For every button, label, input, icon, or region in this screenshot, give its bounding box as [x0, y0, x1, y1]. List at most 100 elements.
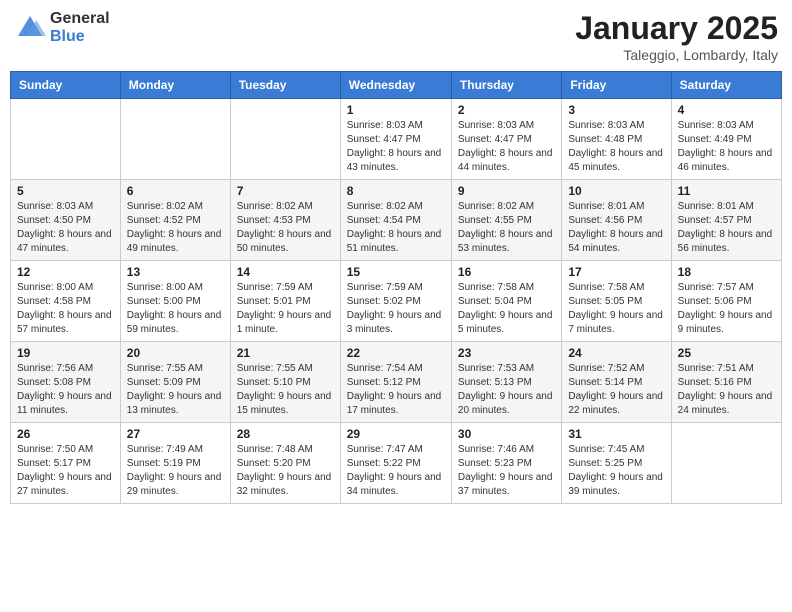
calendar-day-cell: 31Sunrise: 7:45 AM Sunset: 5:25 PM Dayli… [562, 423, 671, 504]
day-number: 24 [568, 346, 664, 360]
calendar-day-cell: 2 Sunrise: 8:03 AM Sunset: 4:47 PM Daylig… [451, 99, 561, 180]
day-number: 4 [678, 103, 775, 117]
day-detail: Sunrise: 8:03 AM Sunset: 4:47 PM Dayligh… [458, 119, 555, 175]
location-text: Taleggio, Lombardy, Italy [575, 47, 778, 63]
weekday-header: Tuesday [230, 72, 340, 99]
month-title: January 2025 [575, 10, 778, 47]
day-detail: Sunrise: 7:58 AM Sunset: 5:05 PM Dayligh… [568, 281, 664, 337]
day-detail: Sunrise: 7:59 AM Sunset: 5:02 PM Dayligh… [347, 281, 445, 337]
calendar-day-cell: 30 Sunrise: 7:46 AM Sunset: 5:23 PM Dayli… [451, 423, 561, 504]
day-detail: Sunrise: 7:51 AM Sunset: 5:16 PM Dayligh… [678, 362, 775, 418]
calendar-day-cell: 10 Sunrise: 8:01 AM Sunset: 4:56 PM Dayli… [562, 180, 671, 261]
day-number: 26 [17, 427, 114, 441]
weekday-header: Sunday [11, 72, 121, 99]
day-number: 17 [568, 265, 664, 279]
day-number: 29 [347, 427, 445, 441]
day-number: 23 [458, 346, 555, 360]
day-detail: Sunrise: 7:50 AM Sunset: 5:17 PM Dayligh… [17, 443, 114, 499]
calendar-week-row: 19 Sunrise: 7:56 AM Sunset: 5:08 PM Dayli… [11, 342, 782, 423]
logo-text: General Blue [50, 10, 110, 45]
calendar-day-cell: 7 Sunrise: 8:02 AM Sunset: 4:53 PM Daylig… [230, 180, 340, 261]
title-block: January 2025 Taleggio, Lombardy, Italy [575, 10, 778, 63]
calendar-day-cell: 17 Sunrise: 7:58 AM Sunset: 5:05 PM Dayli… [562, 261, 671, 342]
day-detail: Sunrise: 7:55 AM Sunset: 5:09 PM Dayligh… [127, 362, 224, 418]
logo-icon [14, 12, 46, 44]
day-detail: Sunrise: 7:49 AM Sunset: 5:19 PM Dayligh… [127, 443, 224, 499]
day-number: 15 [347, 265, 445, 279]
calendar-day-cell: 8 Sunrise: 8:02 AM Sunset: 4:54 PM Daylig… [340, 180, 451, 261]
calendar-day-cell: 4 Sunrise: 8:03 AM Sunset: 4:49 PM Daylig… [671, 99, 781, 180]
day-detail: Sunrise: 7:55 AM Sunset: 5:10 PM Dayligh… [237, 362, 334, 418]
calendar-day-cell: 12 Sunrise: 8:00 AM Sunset: 4:58 PM Dayli… [11, 261, 121, 342]
day-detail: Sunrise: 8:02 AM Sunset: 4:53 PM Dayligh… [237, 200, 334, 256]
day-number: 20 [127, 346, 224, 360]
day-number: 1 [347, 103, 445, 117]
calendar-day-cell: 1Sunrise: 8:03 AM Sunset: 4:47 PM Daylig… [340, 99, 451, 180]
calendar-day-cell: 3 Sunrise: 8:03 AM Sunset: 4:48 PM Daylig… [562, 99, 671, 180]
day-detail: Sunrise: 7:52 AM Sunset: 5:14 PM Dayligh… [568, 362, 664, 418]
calendar-day-cell: 21 Sunrise: 7:55 AM Sunset: 5:10 PM Dayli… [230, 342, 340, 423]
day-number: 5 [17, 184, 114, 198]
day-detail: Sunrise: 7:58 AM Sunset: 5:04 PM Dayligh… [458, 281, 555, 337]
calendar-day-cell: 27 Sunrise: 7:49 AM Sunset: 5:19 PM Dayli… [120, 423, 230, 504]
day-detail: Sunrise: 7:54 AM Sunset: 5:12 PM Dayligh… [347, 362, 445, 418]
day-number: 12 [17, 265, 114, 279]
calendar-day-cell [120, 99, 230, 180]
day-number: 14 [237, 265, 334, 279]
calendar-table: SundayMondayTuesdayWednesdayThursdayFrid… [10, 71, 782, 504]
day-detail: Sunrise: 8:00 AM Sunset: 4:58 PM Dayligh… [17, 281, 114, 337]
day-number: 3 [568, 103, 664, 117]
calendar-day-cell: 23 Sunrise: 7:53 AM Sunset: 5:13 PM Dayli… [451, 342, 561, 423]
day-number: 30 [458, 427, 555, 441]
day-number: 8 [347, 184, 445, 198]
day-detail: Sunrise: 8:03 AM Sunset: 4:49 PM Dayligh… [678, 119, 775, 175]
day-detail: Sunrise: 8:02 AM Sunset: 4:54 PM Dayligh… [347, 200, 445, 256]
calendar-day-cell: 9 Sunrise: 8:02 AM Sunset: 4:55 PM Daylig… [451, 180, 561, 261]
calendar-day-cell: 15 Sunrise: 7:59 AM Sunset: 5:02 PM Dayli… [340, 261, 451, 342]
calendar-day-cell: 29 Sunrise: 7:47 AM Sunset: 5:22 PM Dayli… [340, 423, 451, 504]
weekday-header: Wednesday [340, 72, 451, 99]
weekday-header: Friday [562, 72, 671, 99]
day-detail: Sunrise: 8:03 AM Sunset: 4:48 PM Dayligh… [568, 119, 664, 175]
day-detail: Sunrise: 7:59 AM Sunset: 5:01 PM Dayligh… [237, 281, 334, 337]
calendar-day-cell: 6 Sunrise: 8:02 AM Sunset: 4:52 PM Daylig… [120, 180, 230, 261]
day-detail: Sunrise: 8:00 AM Sunset: 5:00 PM Dayligh… [127, 281, 224, 337]
weekday-header: Saturday [671, 72, 781, 99]
calendar-day-cell: 11Sunrise: 8:01 AM Sunset: 4:57 PM Dayli… [671, 180, 781, 261]
calendar-header-row: SundayMondayTuesdayWednesdayThursdayFrid… [11, 72, 782, 99]
calendar-day-cell: 22 Sunrise: 7:54 AM Sunset: 5:12 PM Dayli… [340, 342, 451, 423]
day-detail: Sunrise: 7:53 AM Sunset: 5:13 PM Dayligh… [458, 362, 555, 418]
page-header: General Blue January 2025 Taleggio, Lomb… [10, 10, 782, 63]
calendar-day-cell [230, 99, 340, 180]
day-detail: Sunrise: 7:56 AM Sunset: 5:08 PM Dayligh… [17, 362, 114, 418]
day-detail: Sunrise: 7:46 AM Sunset: 5:23 PM Dayligh… [458, 443, 555, 499]
day-detail: Sunrise: 8:01 AM Sunset: 4:56 PM Dayligh… [568, 200, 664, 256]
calendar-week-row: 12 Sunrise: 8:00 AM Sunset: 4:58 PM Dayli… [11, 261, 782, 342]
logo-general-text: General [50, 10, 110, 28]
day-detail: Sunrise: 8:03 AM Sunset: 4:50 PM Dayligh… [17, 200, 114, 256]
day-number: 10 [568, 184, 664, 198]
calendar-day-cell: 13Sunrise: 8:00 AM Sunset: 5:00 PM Dayli… [120, 261, 230, 342]
calendar-day-cell: 16 Sunrise: 7:58 AM Sunset: 5:04 PM Dayli… [451, 261, 561, 342]
calendar-day-cell: 5 Sunrise: 8:03 AM Sunset: 4:50 PM Daylig… [11, 180, 121, 261]
day-number: 16 [458, 265, 555, 279]
day-number: 22 [347, 346, 445, 360]
day-number: 7 [237, 184, 334, 198]
day-detail: Sunrise: 8:02 AM Sunset: 4:55 PM Dayligh… [458, 200, 555, 256]
logo-blue-text: Blue [50, 28, 110, 46]
day-number: 2 [458, 103, 555, 117]
calendar-day-cell: 20 Sunrise: 7:55 AM Sunset: 5:09 PM Dayli… [120, 342, 230, 423]
day-detail: Sunrise: 8:02 AM Sunset: 4:52 PM Dayligh… [127, 200, 224, 256]
day-number: 6 [127, 184, 224, 198]
day-detail: Sunrise: 7:57 AM Sunset: 5:06 PM Dayligh… [678, 281, 775, 337]
day-number: 19 [17, 346, 114, 360]
day-number: 18 [678, 265, 775, 279]
day-number: 21 [237, 346, 334, 360]
day-detail: Sunrise: 7:48 AM Sunset: 5:20 PM Dayligh… [237, 443, 334, 499]
calendar-day-cell: 14 Sunrise: 7:59 AM Sunset: 5:01 PM Dayli… [230, 261, 340, 342]
day-detail: Sunrise: 7:47 AM Sunset: 5:22 PM Dayligh… [347, 443, 445, 499]
day-number: 27 [127, 427, 224, 441]
day-number: 9 [458, 184, 555, 198]
calendar-day-cell: 25Sunrise: 7:51 AM Sunset: 5:16 PM Dayli… [671, 342, 781, 423]
calendar-week-row: 5 Sunrise: 8:03 AM Sunset: 4:50 PM Daylig… [11, 180, 782, 261]
